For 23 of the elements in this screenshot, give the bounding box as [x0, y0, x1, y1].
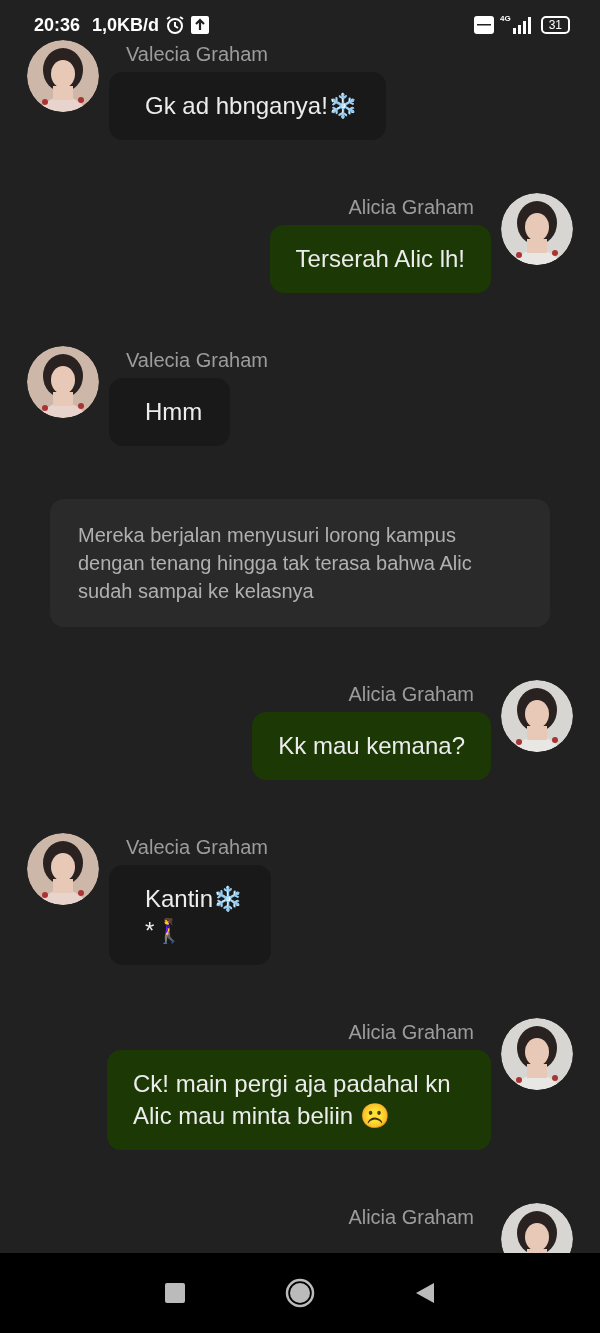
- network-speed: 1,0KB/d: [92, 14, 160, 36]
- message-bubble: Terserah Alic lh!: [269, 225, 491, 293]
- sender-name: Valecia Graham: [125, 348, 269, 372]
- sender-name: Valecia Graham: [125, 835, 269, 859]
- sender-name: Alicia Graham: [347, 195, 475, 219]
- status-time: 20:36: [34, 14, 81, 36]
- narration-text: Mereka berjalan menyusuri lorong kampus dengan tenang hingga tak terasa bahwa Alic sudah sampai ke kelasnya: [50, 499, 550, 627]
- sender-name: Alicia Graham: [347, 682, 475, 706]
- network-type: 4G: [499, 14, 511, 23]
- message-bubble: Kantin❄ *🚶‍♀: [109, 865, 272, 965]
- battery-indicator: 31: [540, 16, 570, 34]
- message-bubble: Kk mau kemana?: [252, 712, 491, 780]
- home-icon[interactable]: [285, 1278, 315, 1308]
- upload-icon: [191, 16, 210, 34]
- volte-icon: [473, 16, 494, 34]
- sender-name: Valecia Graham: [125, 42, 269, 66]
- sender-name: Alicia Graham: [347, 1205, 475, 1229]
- sender-name: Alicia Graham: [347, 1020, 475, 1044]
- alarm-icon: [165, 15, 186, 35]
- message-bubble: Gk ad hbnganya!❄: [109, 72, 386, 140]
- message-bubble: Ck! main pergi aja padahal kn Alic mau minta beliin ☹: [107, 1050, 491, 1150]
- message-bubble: Hmm: [109, 378, 231, 446]
- back-icon[interactable]: [415, 1282, 435, 1304]
